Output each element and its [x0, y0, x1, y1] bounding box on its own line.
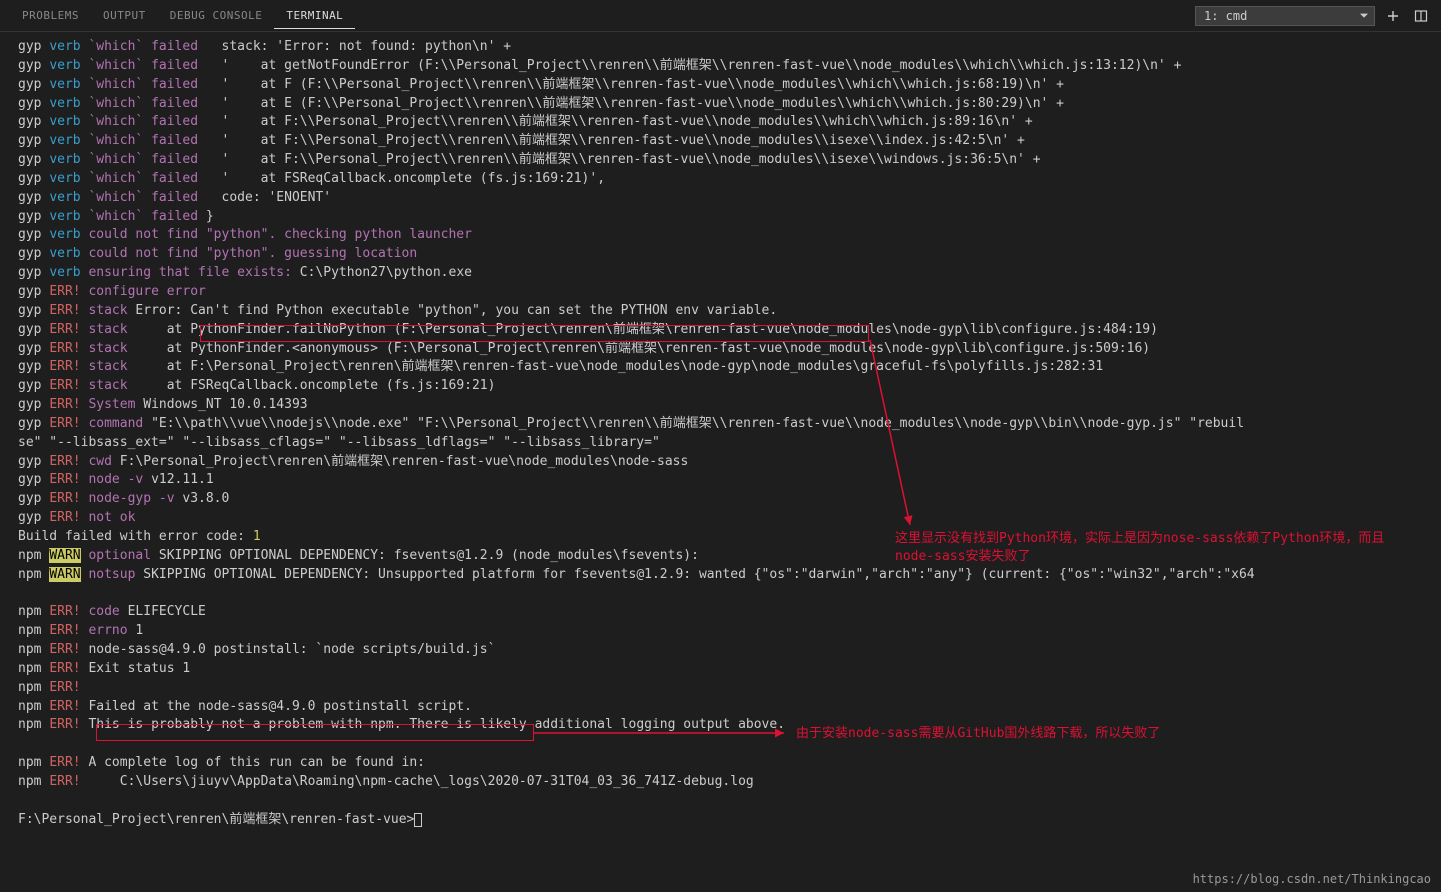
terminal-line: gyp verb `which` failed ' at F:\\Persona… — [18, 113, 1423, 132]
terminal-line: gyp verb `which` failed ' at getNotFound… — [18, 57, 1423, 76]
terminal-line: gyp verb could not find "python". guessi… — [18, 245, 1423, 264]
tab-terminal[interactable]: TERMINAL — [274, 3, 355, 29]
terminal-line — [18, 584, 1423, 603]
plus-icon — [1386, 9, 1400, 23]
terminal-line: npm ERR! A complete log of this run can … — [18, 754, 1423, 773]
terminal-line: gyp verb `which` failed ' at F (F:\\Pers… — [18, 76, 1423, 95]
terminal-line: npm ERR! code ELIFECYCLE — [18, 603, 1423, 622]
terminal-line: gyp ERR! System Windows_NT 10.0.14393 — [18, 396, 1423, 415]
terminal-line: gyp verb `which` failed ' at E (F:\\Pers… — [18, 95, 1423, 114]
terminal-line: gyp ERR! node-gyp -v v3.8.0 — [18, 490, 1423, 509]
terminal-line: gyp ERR! not ok — [18, 509, 1423, 528]
terminal-line: gyp ERR! node -v v12.11.1 — [18, 471, 1423, 490]
terminal-cursor — [414, 813, 422, 827]
watermark: https://blog.csdn.net/Thinkingcao — [1193, 872, 1431, 886]
annotation-text-1: 这里显示没有找到Python环境，实际上是因为nose-sass依赖了Pytho… — [895, 530, 1395, 566]
terminal-line: gyp ERR! cwd F:\Personal_Project\renren\… — [18, 453, 1423, 472]
terminal-line: npm ERR! Exit status 1 — [18, 660, 1423, 679]
terminal-line: se" "--libsass_ext=" "--libsass_cflags="… — [18, 434, 1423, 453]
tab-output[interactable]: OUTPUT — [91, 3, 158, 28]
split-terminal-button[interactable] — [1411, 6, 1431, 26]
terminal-line: gyp ERR! command "E:\\path\\vue\\nodejs\… — [18, 415, 1423, 434]
terminal-line: gyp verb `which` failed ' at F:\\Persona… — [18, 151, 1423, 170]
terminal-line: gyp verb could not find "python". checki… — [18, 226, 1423, 245]
terminal-line: gyp ERR! stack at PythonFinder.<anonymou… — [18, 340, 1423, 359]
panel-tabs: PROBLEMS OUTPUT DEBUG CONSOLE TERMINAL 1… — [0, 0, 1441, 32]
tab-problems[interactable]: PROBLEMS — [10, 3, 91, 28]
split-icon — [1414, 9, 1428, 23]
terminal-line: gyp ERR! configure error — [18, 283, 1423, 302]
terminal-line: npm ERR! node-sass@4.9.0 postinstall: `n… — [18, 641, 1423, 660]
terminal-line: gyp verb `which` failed } — [18, 208, 1423, 227]
annotation-text-2: 由于安装node-sass需要从GitHub国外线路下载，所以失败了 — [796, 725, 1296, 743]
terminal-line: F:\Personal_Project\renren\前端框架\renren-f… — [18, 811, 1423, 830]
terminal-line: gyp verb `which` failed stack: 'Error: n… — [18, 38, 1423, 57]
terminal-selector-dropdown[interactable]: 1: cmd — [1195, 6, 1375, 26]
tab-debug-console[interactable]: DEBUG CONSOLE — [158, 3, 275, 28]
terminal-line: npm ERR! C:\Users\jiuyv\AppData\Roaming\… — [18, 773, 1423, 792]
terminal-line: gyp ERR! stack Error: Can't find Python … — [18, 302, 1423, 321]
terminal-line: gyp verb `which` failed ' at FSReqCallba… — [18, 170, 1423, 189]
terminal-line: gyp ERR! stack at F:\Personal_Project\re… — [18, 358, 1423, 377]
terminal-line: gyp ERR! stack at FSReqCallback.oncomple… — [18, 377, 1423, 396]
terminal-line: gyp verb ensuring that file exists: C:\P… — [18, 264, 1423, 283]
terminal-line: npm ERR! Failed at the node-sass@4.9.0 p… — [18, 698, 1423, 717]
terminal-line: npm WARN notsup SKIPPING OPTIONAL DEPEND… — [18, 566, 1423, 585]
terminal-line: npm ERR! errno 1 — [18, 622, 1423, 641]
new-terminal-button[interactable] — [1383, 6, 1403, 26]
terminal-line — [18, 792, 1423, 811]
terminal-line: gyp ERR! stack at PythonFinder.failNoPyt… — [18, 321, 1423, 340]
terminal-line: gyp verb `which` failed code: 'ENOENT' — [18, 189, 1423, 208]
terminal-line: gyp verb `which` failed ' at F:\\Persona… — [18, 132, 1423, 151]
terminal-line: npm ERR! — [18, 679, 1423, 698]
terminal-output[interactable]: gyp verb `which` failed stack: 'Error: n… — [0, 32, 1441, 835]
